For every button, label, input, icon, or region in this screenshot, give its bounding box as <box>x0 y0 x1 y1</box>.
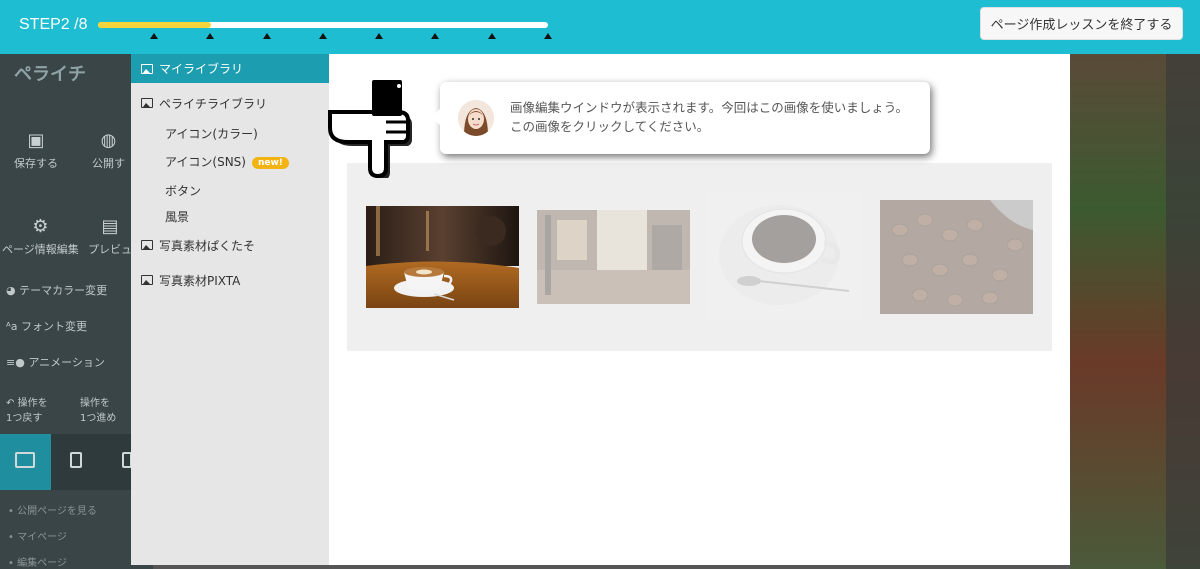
hint-text: 画像編集ウインドウが表示されます。今回はこの画像を使いましょう。この画像をクリッ… <box>510 100 909 134</box>
end-lesson-button[interactable]: ページ作成レッスンを終了する <box>980 7 1183 40</box>
desktop-icon <box>15 452 35 468</box>
guide-avatar <box>458 100 494 136</box>
save-label: 保存する <box>14 157 58 170</box>
library-sub-item-icon-sns[interactable]: アイコン(SNS) new! <box>165 153 289 170</box>
image-icon <box>141 240 153 250</box>
step-tick <box>262 33 271 39</box>
image-icon <box>141 275 153 285</box>
font-row: ᴬa フォント変更 <box>6 320 87 333</box>
page-info-button: ⚙ ページ情報編集 <box>2 216 79 257</box>
library-item-pakutaso[interactable]: 写真素材ぱくたそ <box>131 231 329 259</box>
page-info-label: ページ情報編集 <box>2 243 79 256</box>
library-item-my-library[interactable]: マイライブラリ <box>131 54 329 83</box>
pointing-hand-icon <box>328 80 412 178</box>
library-item-label: 写真素材ぱくたそ <box>159 238 256 253</box>
image-icon <box>141 98 153 108</box>
bottom-link-3: • 編集ページ <box>8 558 67 569</box>
theme-color-label: テーマカラー変更 <box>19 284 108 297</box>
tablet-icon <box>70 452 82 468</box>
new-badge: new! <box>251 156 289 169</box>
step-label: STEP2 /8 <box>19 16 88 33</box>
library-item-label: ペライチライブラリ <box>159 96 268 111</box>
animation-row: ≡● アニメーション <box>6 356 105 369</box>
globe-icon: ◍ <box>100 130 117 151</box>
image-thumbnail-black-coffee[interactable] <box>709 193 862 320</box>
image-grid <box>347 163 1052 351</box>
library-item-label: マイライブラリ <box>159 62 244 76</box>
undo-icon: ↶ <box>6 398 15 409</box>
library-item-pixta[interactable]: 写真素材PIXTA <box>131 266 329 294</box>
undo-row: ↶ 操作を 1つ戻す <box>6 394 48 424</box>
image-thumbnail-coffee-beans[interactable] <box>880 200 1033 314</box>
library-sub-item-button[interactable]: ボタン <box>165 182 201 199</box>
preview-label: プレビュ <box>88 243 132 256</box>
bottom-link-1: • 公開ページを見る <box>8 506 97 517</box>
tutorial-hint-bubble: 画像編集ウインドウが表示されます。今回はこの画像を使いましょう。この画像をクリッ… <box>431 82 930 154</box>
save-button: ▣ 保存する <box>14 130 58 171</box>
publish-button: ◍ 公開す <box>92 130 125 171</box>
step-tick <box>431 33 440 39</box>
library-sub-item-label: アイコン(SNS) <box>165 155 246 169</box>
lesson-step-bar: STEP2 /8 ページ作成レッスンを終了する <box>0 0 1200 54</box>
preview-button: ▤ プレビュ <box>88 216 132 257</box>
step-tick <box>318 33 327 39</box>
preview-icon: ▤ <box>101 216 119 237</box>
image-icon <box>141 63 153 74</box>
step-tick <box>206 33 215 39</box>
image-thumbnail-latte[interactable] <box>366 206 519 308</box>
bottom-link-2-label: マイページ <box>17 532 67 543</box>
step-tick <box>375 33 384 39</box>
progress-fill <box>98 22 211 28</box>
library-item-label: 写真素材PIXTA <box>159 273 241 288</box>
library-item-perai-library[interactable]: ペライチライブラリ <box>131 89 329 117</box>
gear-icon: ⚙ <box>32 216 49 237</box>
publish-label: 公開す <box>92 157 125 170</box>
step-tick <box>487 33 496 39</box>
image-thumbnail-cafe-interior[interactable] <box>537 210 690 304</box>
font-label: フォント変更 <box>20 320 87 333</box>
animation-label: アニメーション <box>28 356 105 369</box>
redo-label: 操作を 1つ進め <box>80 398 117 424</box>
step-tick <box>544 33 552 39</box>
bottom-link-2: • マイページ <box>8 532 67 543</box>
bottom-link-1-label: 公開ページを見る <box>17 506 97 517</box>
progress-track <box>98 22 548 28</box>
theme-color-row: ◕ テーマカラー変更 <box>6 284 108 297</box>
background-page-preview <box>1070 54 1200 569</box>
bottom-link-3-label: 編集ページ <box>17 558 67 569</box>
background-scrollbar <box>1166 54 1200 569</box>
redo-row: 操作を 1つ進め <box>80 394 116 424</box>
perai-logo: ペライチ <box>14 64 86 85</box>
floppy-icon: ▣ <box>27 130 45 151</box>
library-sidebar: マイライブラリ ペライチライブラリ アイコン(カラー) アイコン(SNS) new… <box>131 54 329 565</box>
library-sub-item-icon-color[interactable]: アイコン(カラー) <box>165 125 258 142</box>
step-tick <box>150 33 158 39</box>
library-sub-item-scenery[interactable]: 風景 <box>165 208 189 225</box>
